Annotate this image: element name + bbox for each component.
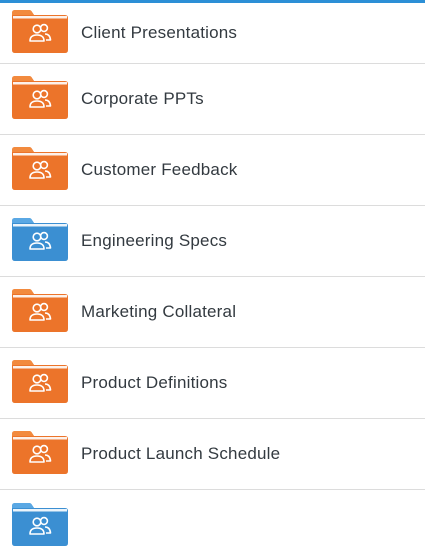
shared-folder-icon: [11, 75, 69, 120]
shared-folder-icon: [11, 430, 69, 475]
shared-folder-icon: [11, 217, 69, 262]
shared-folder-icon: [11, 359, 69, 404]
folder-row-client-presentations[interactable]: Client Presentations: [0, 0, 425, 64]
folder-name: Customer Feedback: [81, 160, 238, 179]
shared-folder-icon: [11, 146, 69, 191]
folder-row-corporate-ppts[interactable]: Corporate PPTs: [0, 64, 425, 135]
folder-row-marketing-collateral[interactable]: Marketing Collateral: [0, 277, 425, 348]
folder-name: Corporate PPTs: [81, 89, 204, 108]
folder-list: Client Presentations Corporate PPTs Cust…: [0, 0, 425, 546]
shared-folder-icon: [11, 9, 69, 54]
folder-name: Engineering Specs: [81, 231, 228, 250]
shared-folder-icon: [11, 502, 69, 547]
folder-name: Product Definitions: [81, 373, 228, 392]
folder-name: Product Launch Schedule: [81, 444, 281, 463]
folder-row-engineering-specs[interactable]: Engineering Specs: [0, 206, 425, 277]
folder-row-customer-feedback[interactable]: Customer Feedback: [0, 135, 425, 206]
shared-folder-icon: [11, 288, 69, 333]
folder-name: Client Presentations: [81, 23, 238, 42]
folder-row-product-launch-schedule[interactable]: Product Launch Schedule: [0, 419, 425, 490]
folder-row-product-definitions[interactable]: Product Definitions: [0, 348, 425, 419]
folder-name: Marketing Collateral: [81, 302, 237, 321]
folder-row-partial[interactable]: [0, 490, 425, 546]
